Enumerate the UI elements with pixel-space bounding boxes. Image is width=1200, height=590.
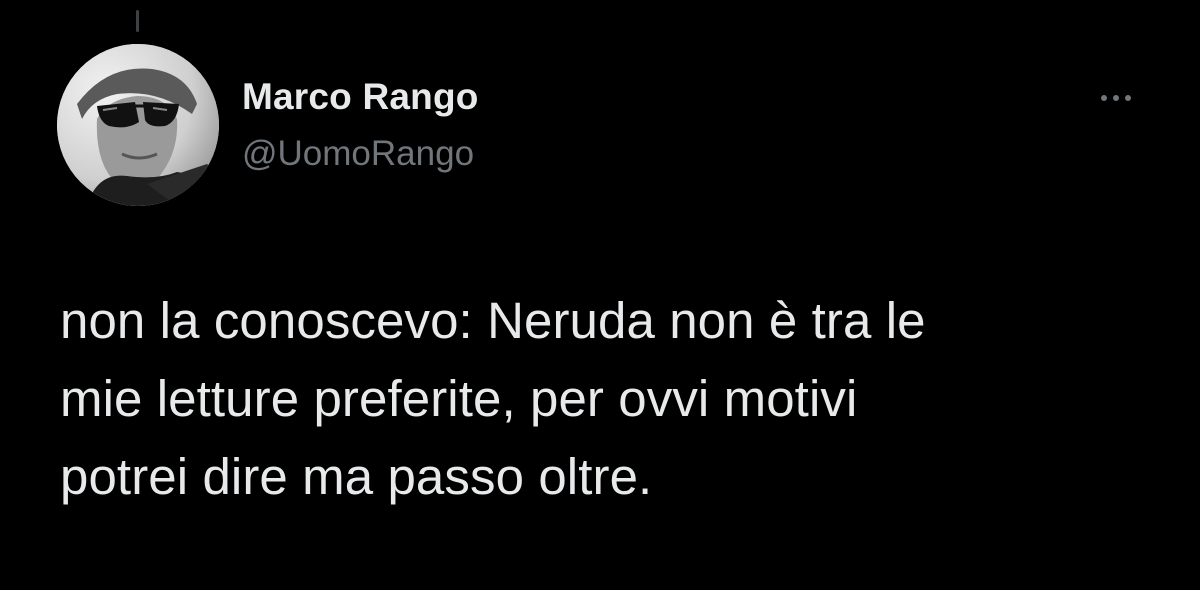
avatar[interactable] bbox=[57, 44, 219, 206]
ellipsis-horizontal-icon bbox=[1101, 95, 1107, 101]
more-options-button[interactable] bbox=[1092, 84, 1140, 112]
ellipsis-dot bbox=[1113, 95, 1119, 101]
thread-connector-line bbox=[136, 10, 139, 32]
author-handle[interactable]: @UomoRango bbox=[242, 134, 474, 174]
author-display-name[interactable]: Marco Rango bbox=[242, 76, 479, 118]
ellipsis-dot bbox=[1125, 95, 1131, 101]
profile-photo-icon bbox=[57, 44, 219, 206]
tweet-text: non la conoscevo: Neruda non è tra le mi… bbox=[60, 292, 926, 505]
